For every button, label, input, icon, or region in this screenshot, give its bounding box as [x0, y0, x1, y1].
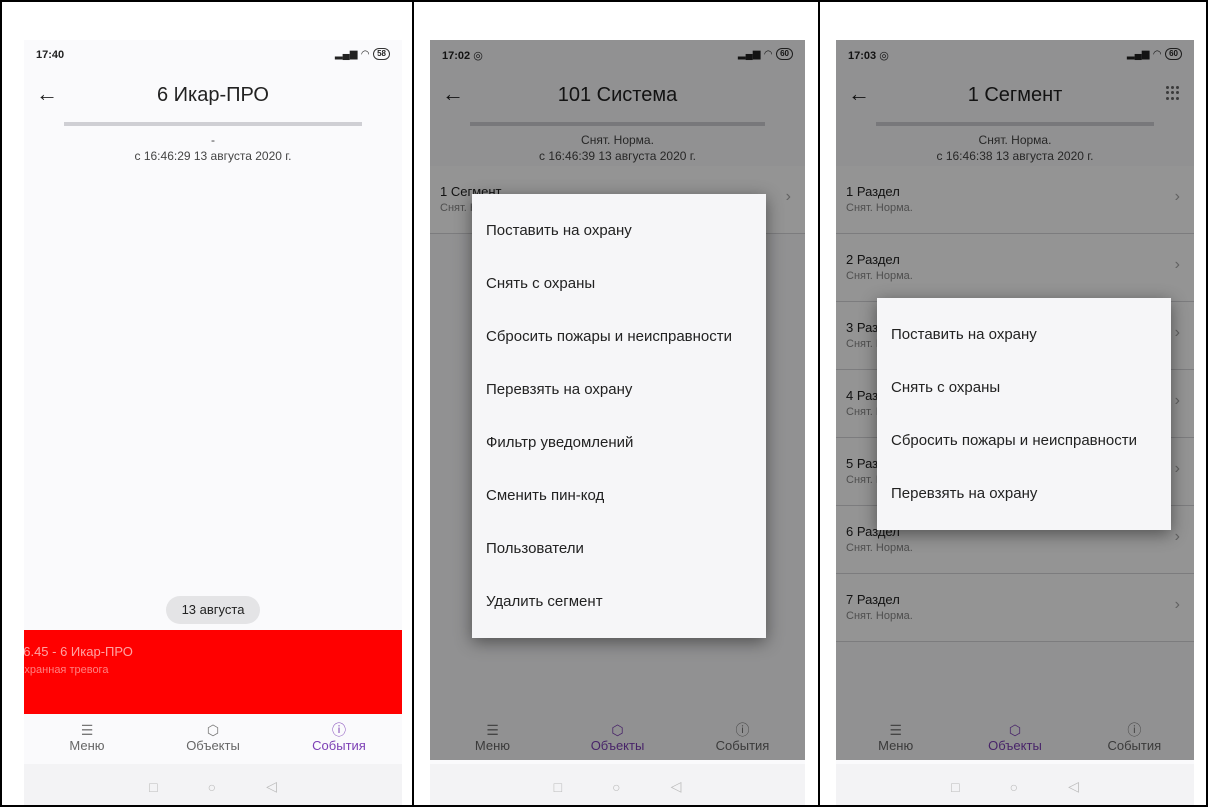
system-back-icon[interactable]: ◁ [671, 778, 682, 795]
menu-item-reset-faults[interactable]: Сбросить пожары и неисправности [472, 310, 766, 363]
status-time: 17:40 [36, 49, 65, 61]
hamburger-icon: ☰ [80, 722, 94, 738]
system-navigation-bar: □ ○ ◁ [836, 764, 1194, 805]
system-back-icon[interactable]: ◁ [266, 778, 277, 795]
menu-item-arm[interactable]: Поставить на охрану [877, 308, 1171, 361]
system-navigation-bar: □ ○ ◁ [430, 764, 805, 805]
date-chip: 13 августа [166, 596, 260, 624]
recents-icon[interactable]: □ [951, 779, 959, 795]
tab-menu-label: Меню [69, 738, 105, 753]
menu-item-arm[interactable]: Поставить на охрану [472, 204, 766, 257]
phone-screen: 17:40 ▂▄▆ ◠ 58 ← 6 Икар-ПРО - с 16:46:29… [24, 40, 402, 805]
wifi-icon: ◠ [361, 48, 370, 60]
recents-icon[interactable]: □ [554, 779, 562, 795]
state-label: - [211, 133, 215, 147]
phone-screen: 17:02 ◎ ▂▄▆ ◠ 60 ← 101 Система Снят. Нор… [430, 40, 805, 805]
cube-icon: ⬡ [206, 722, 220, 738]
bottom-navigation: ☰ Меню ⬡ Объекты ⓘ События [24, 714, 402, 764]
menu-item-notification-filter[interactable]: Фильтр уведомлений [472, 416, 766, 469]
app-bar: ← 6 Икар-ПРО [24, 70, 402, 122]
tab-objects-label: Объекты [186, 738, 240, 753]
event-title: 16.45 - 6 Икар-ПРО [24, 644, 133, 659]
menu-item-reset-faults[interactable]: Сбросить пожары и неисправности [877, 414, 1171, 467]
screenshot-panel-2: 17:02 ◎ ▂▄▆ ◠ 60 ← 101 Система Снят. Нор… [412, 0, 820, 807]
menu-item-rearm[interactable]: Перевзять на охрану [472, 363, 766, 416]
page-title: 6 Икар-ПРО [157, 84, 269, 106]
home-icon[interactable]: ○ [1010, 779, 1018, 795]
signal-icon: ▂▄▆ [334, 48, 358, 60]
screenshot-panel-3: 17:03 ◎ ▂▄▆ ◠ 60 ← 1 Сегмент Снят. Норма… [818, 0, 1208, 807]
status-progress-bar [64, 122, 362, 126]
menu-item-disarm[interactable]: Снять с охраны [472, 257, 766, 310]
battery-icon: 58 [373, 48, 390, 60]
system-back-icon[interactable]: ◁ [1068, 778, 1079, 795]
menu-item-rearm[interactable]: Перевзять на охрану [877, 467, 1171, 520]
menu-item-change-pin[interactable]: Сменить пин-код [472, 469, 766, 522]
home-icon[interactable]: ○ [612, 779, 620, 795]
tab-events[interactable]: ⓘ События [276, 714, 402, 764]
event-alarm-item[interactable]: 16.45 - 6 Икар-ПРО Охранная тревога [24, 630, 402, 714]
tab-events-label: События [312, 738, 366, 753]
context-menu: Поставить на охрану Снять с охраны Сброс… [877, 298, 1171, 530]
menu-item-delete-segment[interactable]: Удалить сегмент [472, 575, 766, 628]
event-subtitle: Охранная тревога [24, 664, 109, 676]
system-navigation-bar: □ ○ ◁ [24, 764, 402, 805]
context-menu: Поставить на охрану Снять с охраны Сброс… [472, 194, 766, 638]
menu-item-users[interactable]: Пользователи [472, 522, 766, 575]
status-bar: 17:40 ▂▄▆ ◠ 58 [24, 40, 402, 70]
home-icon[interactable]: ○ [208, 779, 216, 795]
menu-item-disarm[interactable]: Снять с охраны [877, 361, 1171, 414]
info-icon: ⓘ [332, 722, 346, 738]
tab-menu[interactable]: ☰ Меню [24, 714, 150, 764]
phone-screen: 17:03 ◎ ▂▄▆ ◠ 60 ← 1 Сегмент Снят. Норма… [836, 40, 1194, 805]
screenshot-panel-1: 17:40 ▂▄▆ ◠ 58 ← 6 Икар-ПРО - с 16:46:29… [0, 0, 414, 807]
object-state: - с 16:46:29 13 августа 2020 г. [24, 132, 402, 164]
recents-icon[interactable]: □ [149, 779, 157, 795]
state-since: с 16:46:29 13 августа 2020 г. [134, 149, 292, 163]
tab-objects[interactable]: ⬡ Объекты [150, 714, 276, 764]
